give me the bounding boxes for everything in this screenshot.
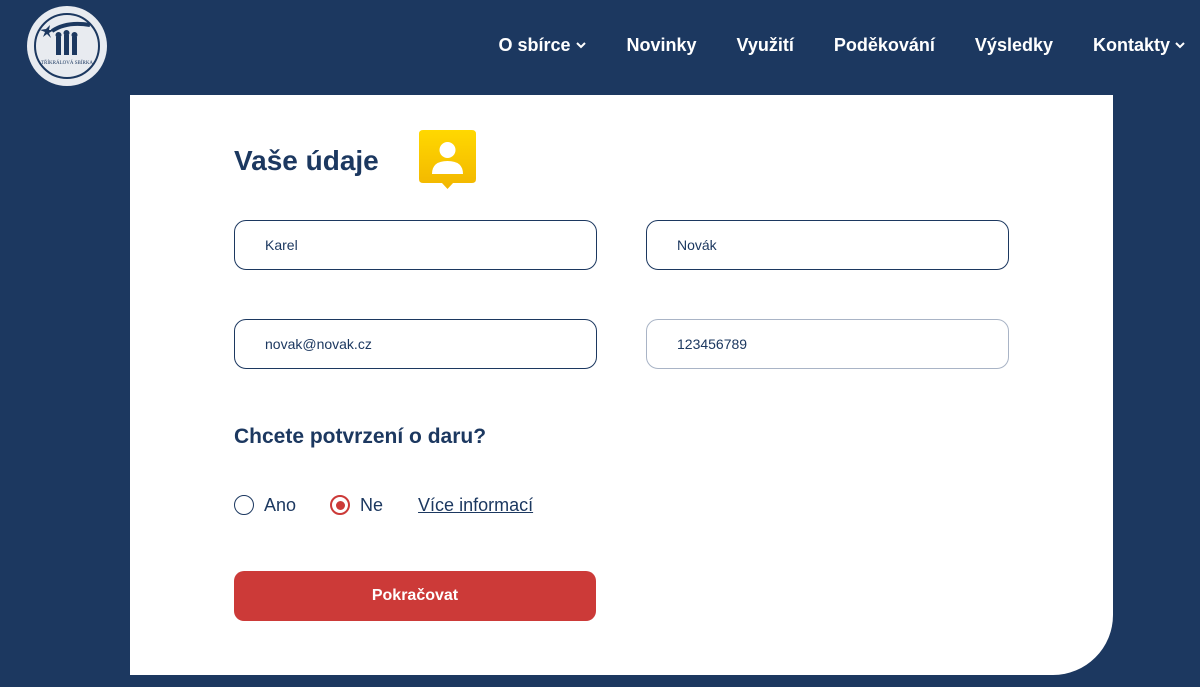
radio-label-ano: Ano [264, 494, 297, 515]
radio-option-ano[interactable]: Ano [234, 495, 296, 516]
phone-input[interactable] [646, 319, 1009, 369]
first-name-input[interactable] [234, 220, 597, 270]
chevron-down-icon [1175, 42, 1185, 49]
radio-label-ne: Ne [360, 494, 384, 515]
user-icon [419, 130, 476, 189]
svg-text:TŘÍKRÁLOVÁ SBÍRKA: TŘÍKRÁLOVÁ SBÍRKA [41, 60, 93, 66]
form-card: Vaše údaje Chcete potvrzení o daru? Ano [130, 95, 1113, 675]
nav-item-label: Poděkování [833, 34, 935, 55]
nav-item-label: Výsledky [974, 34, 1053, 55]
donation-confirmation-question: Chcete potvrzení o daru? [234, 425, 487, 448]
nav-item-label: Novinky [626, 34, 697, 55]
more-info-link[interactable]: Více informací [418, 495, 533, 516]
nav-item-novinky[interactable]: Novinky [627, 35, 697, 56]
page: TŘÍKRÁLOVÁ SBÍRKA O sbírce Novinky Využi… [0, 0, 1200, 687]
nav-item-o-sbirce[interactable]: O sbírce [498, 35, 586, 56]
nav-item-vyuziti[interactable]: Využití [737, 35, 794, 56]
nav-item-podekovani[interactable]: Poděkování [834, 35, 935, 56]
nav-item-label: Využití [736, 34, 794, 55]
chevron-down-icon [575, 42, 586, 49]
nav-item-label: O sbírce [498, 34, 571, 55]
last-name-input[interactable] [646, 220, 1009, 270]
radio-option-ne[interactable]: Ne [330, 495, 383, 516]
page-title: Vaše údaje [234, 145, 379, 176]
email-input[interactable] [234, 319, 597, 369]
main-nav: O sbírce Novinky Využití Poděkování Výsl… [498, 30, 1200, 60]
continue-button[interactable]: Pokračovat [234, 571, 596, 621]
nav-item-kontakty[interactable]: Kontakty [1093, 35, 1186, 56]
radio-ano[interactable] [234, 495, 254, 515]
nav-item-label: Kontakty [1092, 34, 1170, 55]
radio-ne[interactable] [330, 495, 351, 515]
nav-item-vysledky[interactable]: Výsledky [975, 35, 1053, 56]
logo-emblem-icon: TŘÍKRÁLOVÁ SBÍRKA [34, 13, 100, 79]
confirmation-radio-group: Ano Ne Více informací [234, 493, 533, 517]
logo[interactable]: TŘÍKRÁLOVÁ SBÍRKA [27, 6, 107, 86]
